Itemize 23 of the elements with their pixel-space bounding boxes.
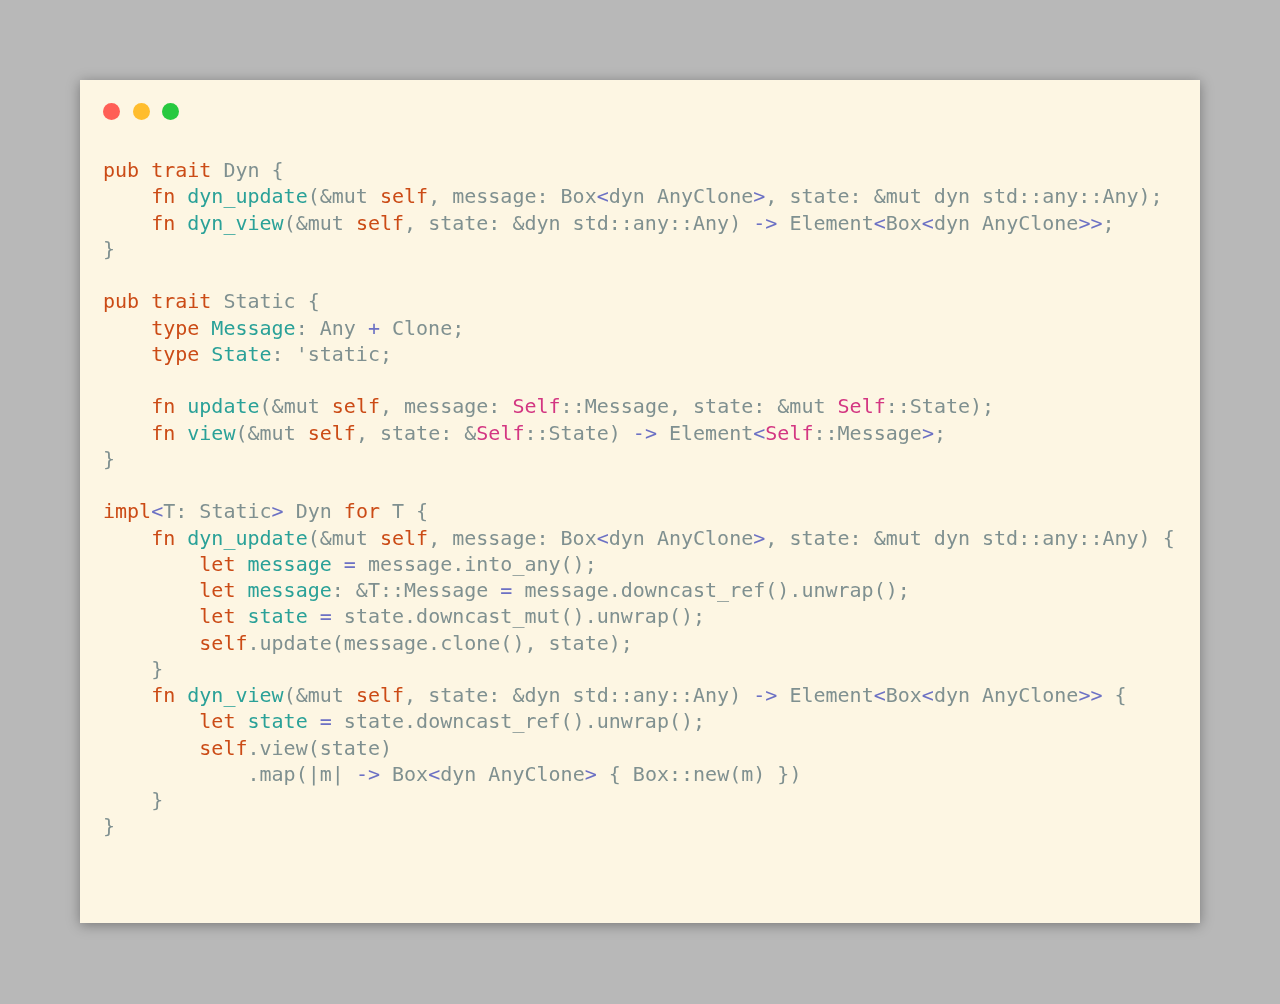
code-line: .map(|m| -> Box<dyn AnyClone> { Box::new(m) }) <box>246 760 802 787</box>
code-line: } <box>150 655 164 682</box>
code-line: fn dyn_view(&mut self, state: &dyn std::any::Any) -> Element<Box<dyn AnyClone>> { <box>150 682 1127 709</box>
code-line: fn update(&mut self, message: Self::Message, state: &mut Self::State); <box>150 393 995 420</box>
code-line: impl<T: Static> Dyn for T { <box>103 498 429 525</box>
code-line: } <box>103 813 116 840</box>
code-line: let message: &T::Message = message.downcast_ref().unwrap(); <box>198 577 910 604</box>
code-line: } <box>103 445 116 472</box>
code-line: let message = message.into_any(); <box>198 550 597 577</box>
code-line: fn view(&mut self, state: &Self::State) -> Element<Self::Message>; <box>150 419 946 446</box>
code-line: } <box>103 235 116 262</box>
code-line: type Message: Any + Clone; <box>150 314 465 341</box>
code-line: fn dyn_update(&mut self, message: Box<dyn AnyClone>, state: &mut dyn std::any::Any) { <box>150 524 1175 551</box>
code-line: let state = state.downcast_ref().unwrap(); <box>198 708 706 735</box>
code-line: self.view(state) <box>198 734 392 761</box>
code-line: } <box>150 787 164 814</box>
code-line: type State: 'static; <box>150 340 392 367</box>
code-line: self.update(message.clone(), state); <box>198 629 633 656</box>
code-line: fn dyn_view(&mut self, state: &dyn std::any::Any) -> Element<Box<dyn AnyClone>>; <box>150 209 1115 236</box>
code-line: pub trait Static { <box>103 288 320 315</box>
code-line: let state = state.downcast_mut().unwrap(); <box>198 603 706 630</box>
code-line: fn dyn_update(&mut self, message: Box<dyn AnyClone>, state: &mut dyn std::any::Any); <box>150 183 1163 210</box>
code-line: pub trait Dyn { <box>103 157 284 184</box>
